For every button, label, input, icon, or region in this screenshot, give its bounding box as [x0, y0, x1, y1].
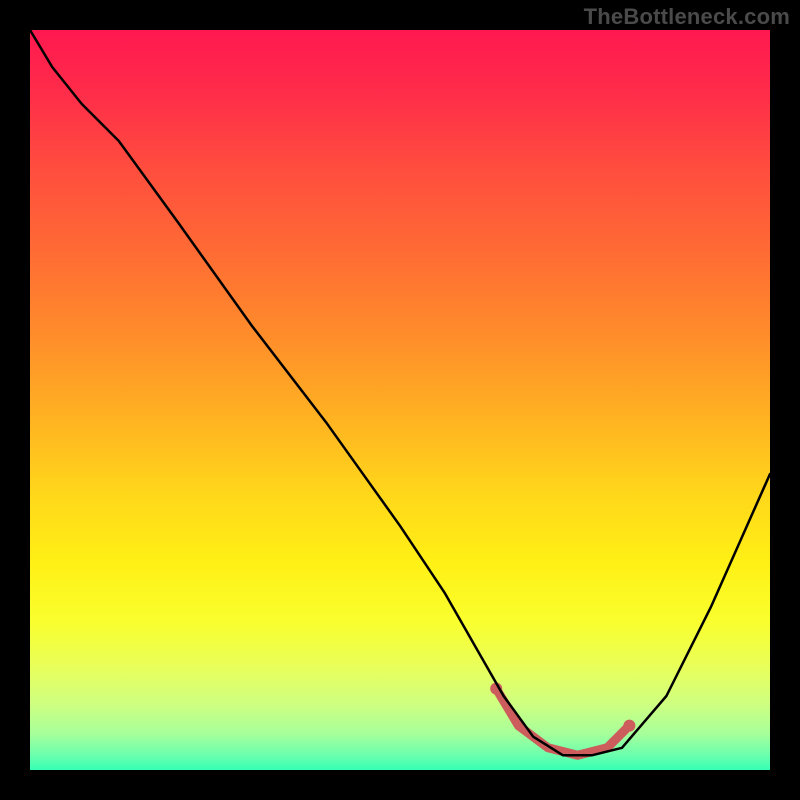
optimal-range-end-dot: [623, 720, 635, 732]
watermark-text: TheBottleneck.com: [584, 4, 790, 30]
optimal-range-highlight: [496, 689, 629, 756]
bottleneck-curve: [30, 30, 770, 755]
plot-area: [30, 30, 770, 770]
chart-frame: TheBottleneck.com: [0, 0, 800, 800]
curve-svg: [30, 30, 770, 770]
